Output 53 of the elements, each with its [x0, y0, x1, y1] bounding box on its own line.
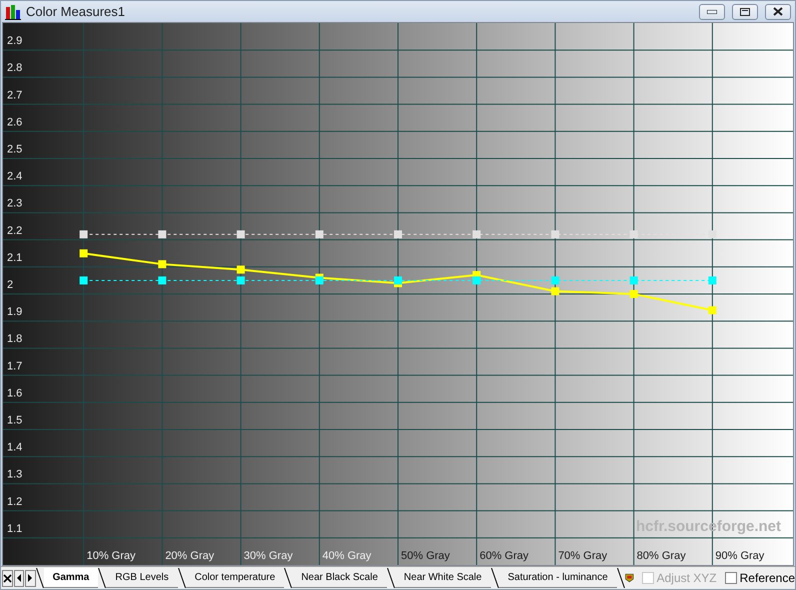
tab-separator: [178, 568, 186, 588]
bar-chart-icon: [5, 4, 21, 20]
right-arrow-button[interactable]: [25, 570, 36, 586]
left-triangle-icon: [16, 574, 22, 582]
y-tick-label: 2.1: [7, 252, 22, 264]
checkbox-label[interactable]: Reference: [724, 571, 796, 585]
x-category-label: 60% Gray: [480, 550, 529, 562]
y-tick-label: 2.4: [7, 170, 22, 183]
close-button[interactable]: [765, 4, 791, 20]
y-tick-label: 2: [7, 279, 14, 291]
maximize-button[interactable]: [732, 4, 758, 20]
y-tick-label: 1.2: [7, 496, 22, 508]
close-tab-button[interactable]: [2, 570, 13, 586]
window-title: Color Measures1: [26, 4, 126, 19]
restore-icon: [740, 8, 750, 16]
tab-separator: [490, 568, 499, 588]
y-tick-label: 1.9: [7, 306, 22, 318]
y-tick-label: 1.7: [7, 360, 22, 372]
data-point: [158, 260, 166, 268]
x-category-label: 70% Gray: [558, 550, 608, 562]
y-tick-label: 1.5: [7, 414, 22, 426]
close-icon: [3, 574, 12, 582]
checkbox[interactable]: [724, 572, 737, 584]
tab-separator: [386, 568, 395, 588]
tab[interactable]: Gamma: [44, 568, 98, 588]
y-tick-label: 2.6: [7, 116, 22, 128]
close-icon: [773, 7, 783, 16]
y-tick-label: 1.3: [7, 468, 22, 481]
tab-separator: [616, 568, 625, 588]
y-tick-label: 2.9: [7, 35, 22, 48]
left-arrow-button[interactable]: [14, 570, 24, 586]
x-category-label: 30% Gray: [244, 550, 293, 562]
y-tick-label: 2.5: [7, 144, 22, 156]
x-category-label: 90% Gray: [715, 550, 764, 562]
x-category-label: 10% Gray: [86, 550, 136, 562]
y-tick-label: 2.7: [7, 89, 22, 102]
tab-separator: [98, 568, 106, 588]
tab-separator: [36, 568, 44, 588]
y-tick-label: 1.4: [7, 442, 22, 454]
right-triangle-icon: [28, 574, 33, 582]
x-category-label: 80% Gray: [636, 550, 686, 562]
y-tick-label: 2.2: [7, 224, 22, 237]
y-tick-label: 2.8: [7, 62, 22, 74]
y-tick-label: 2.3: [7, 198, 22, 210]
minimize-button[interactable]: [699, 4, 725, 20]
tab-separator: [284, 568, 292, 588]
x-category-label: 20% Gray: [165, 550, 214, 562]
y-tick-label: 1.6: [7, 387, 22, 400]
y-tick-label: 1.1: [7, 522, 22, 535]
x-category-label: 50% Gray: [401, 550, 450, 562]
minimize-icon: [707, 10, 717, 14]
x-category-label: 40% Gray: [322, 550, 372, 562]
y-tick-label: 1.8: [7, 333, 22, 346]
